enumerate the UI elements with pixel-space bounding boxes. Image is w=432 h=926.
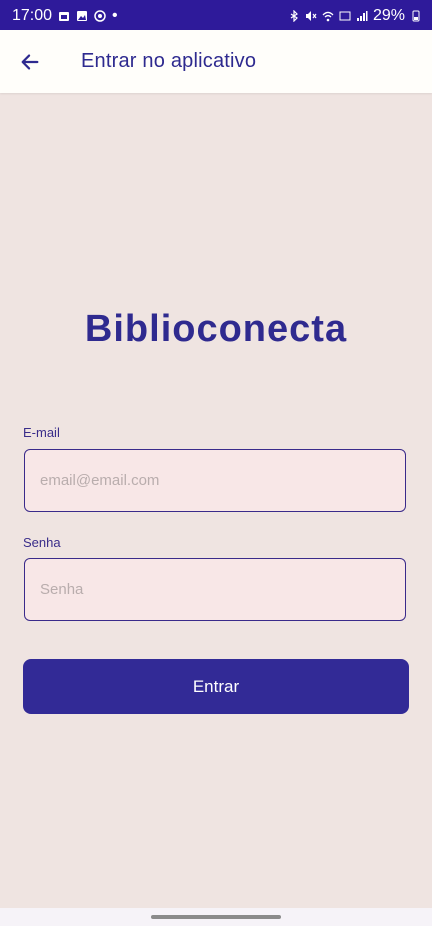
email-label: E-mail <box>23 425 60 440</box>
status-left: 17:00 • <box>12 7 118 25</box>
mute-icon <box>305 11 317 21</box>
gallery-icon <box>77 11 88 21</box>
wifi-icon <box>322 11 334 22</box>
email-field[interactable] <box>24 449 406 512</box>
battery-percent: 29% <box>372 7 405 24</box>
signal-icon <box>356 11 368 21</box>
login-button[interactable]: Entrar <box>23 659 409 714</box>
page-title: Entrar no aplicativo <box>81 50 257 72</box>
battery-icon <box>412 10 420 22</box>
back-button[interactable] <box>10 42 50 82</box>
system-nav-bar <box>0 908 432 926</box>
password-label: Senha <box>23 535 61 550</box>
volte-icon <box>339 11 351 21</box>
status-time: 17:00 <box>12 7 53 24</box>
notification-dot: • <box>112 7 118 24</box>
home-indicator[interactable] <box>151 915 281 919</box>
whatsapp-icon <box>94 10 106 22</box>
brand-logo-text: Biblioconecta <box>84 308 348 350</box>
bluetooth-icon <box>290 10 298 22</box>
app-bar: Entrar no aplicativo <box>0 30 432 93</box>
status-right: 29% <box>288 7 422 25</box>
arrow-left-icon <box>21 54 39 70</box>
password-field[interactable] <box>24 558 406 621</box>
calendar-icon <box>59 12 70 21</box>
status-bar: 17:00 • 29% <box>0 0 432 30</box>
